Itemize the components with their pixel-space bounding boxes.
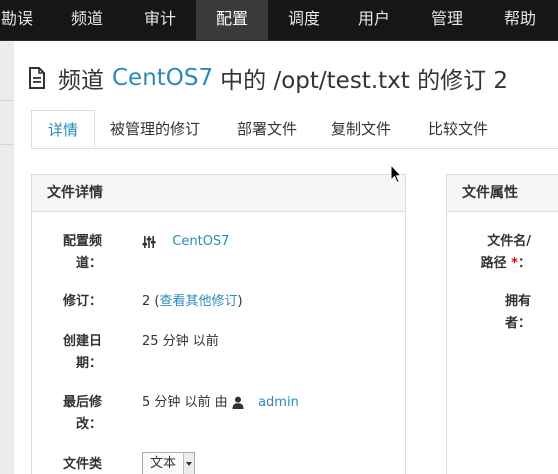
filetype-label: 文件类: [62, 457, 102, 472]
sliders-icon: [142, 235, 156, 248]
modified-user-link[interactable]: admin: [258, 395, 299, 410]
title-suffix: 中的 /opt/test.txt 的修订 2: [220, 68, 509, 94]
divider: [0, 100, 14, 101]
channel-value: CentOS7: [142, 231, 229, 253]
top-nav: 勘误 频道 审计 配置 调度 用户 管理 帮助: [0, 0, 558, 41]
tab-compare-files[interactable]: 比较文件: [428, 110, 488, 148]
path-label: 文件名/ 路径 *：: [480, 234, 531, 271]
nav-item-audit[interactable]: 审计: [126, 0, 194, 40]
nav-item-users[interactable]: 用户: [340, 0, 408, 40]
panel-heading: 文件属性: [447, 175, 558, 212]
file-details-panel: 文件详情 配置频 道： CentOS7 修订： 2 (查看其他修订) 创建日 期…: [31, 174, 406, 474]
created-label: 创建日 期：: [62, 334, 102, 371]
view-other-revisions-link[interactable]: 查看其他修订: [160, 294, 238, 309]
modified-value: 5 分钟 以前 由 admin: [142, 395, 299, 410]
revision-label: 修订：: [62, 294, 102, 309]
file-properties-panel: 文件属性 文件名/ 路径 *： 拥有 者：: [446, 174, 558, 474]
created-value: 25 分钟 以前: [142, 334, 219, 349]
tab-deploy-file[interactable]: 部署文件: [237, 110, 297, 148]
owner-label: 拥有 者：: [504, 294, 531, 331]
channel-label: 配置频 道：: [62, 234, 102, 271]
nav-item-configuration[interactable]: 配置: [196, 0, 268, 40]
user-icon: [232, 396, 244, 409]
revision-value: 2 (查看其他修订): [142, 294, 243, 309]
tab-bar: 详情 被管理的修订 部署文件 复制文件 比较文件: [31, 110, 558, 149]
nav-item-channels[interactable]: 频道: [52, 0, 122, 40]
modified-label: 最后修 改：: [62, 395, 102, 432]
title-channel-link[interactable]: CentOS7: [112, 65, 213, 91]
main-content: 频道 CentOS7 中的 /opt/test.txt 的修订 2 详情 被管理…: [14, 41, 558, 474]
file-icon: [29, 67, 45, 89]
divider: [0, 144, 14, 145]
filetype-selected: 文本: [150, 456, 177, 471]
tab-managed-revisions[interactable]: 被管理的修订: [110, 110, 200, 148]
left-sidebar-edge: [0, 41, 14, 474]
required-marker: *: [511, 256, 518, 271]
page-title: 频道 CentOS7 中的 /opt/test.txt 的修订 2: [28, 61, 508, 95]
tab-details[interactable]: 详情: [31, 110, 95, 148]
channel-link[interactable]: CentOS7: [172, 234, 229, 249]
tab-copy-file[interactable]: 复制文件: [331, 110, 391, 148]
chevron-down-icon: [183, 453, 194, 474]
panel-heading: 文件详情: [32, 175, 405, 212]
nav-item-help[interactable]: 帮助: [486, 0, 554, 40]
nav-item-schedule[interactable]: 调度: [270, 0, 338, 40]
nav-item-errata[interactable]: 勘误: [0, 0, 34, 40]
filetype-select[interactable]: 文本: [142, 452, 195, 474]
nav-item-admin[interactable]: 管理: [412, 0, 482, 40]
title-prefix: 频道: [58, 68, 104, 94]
mouse-cursor-icon: [390, 164, 402, 184]
